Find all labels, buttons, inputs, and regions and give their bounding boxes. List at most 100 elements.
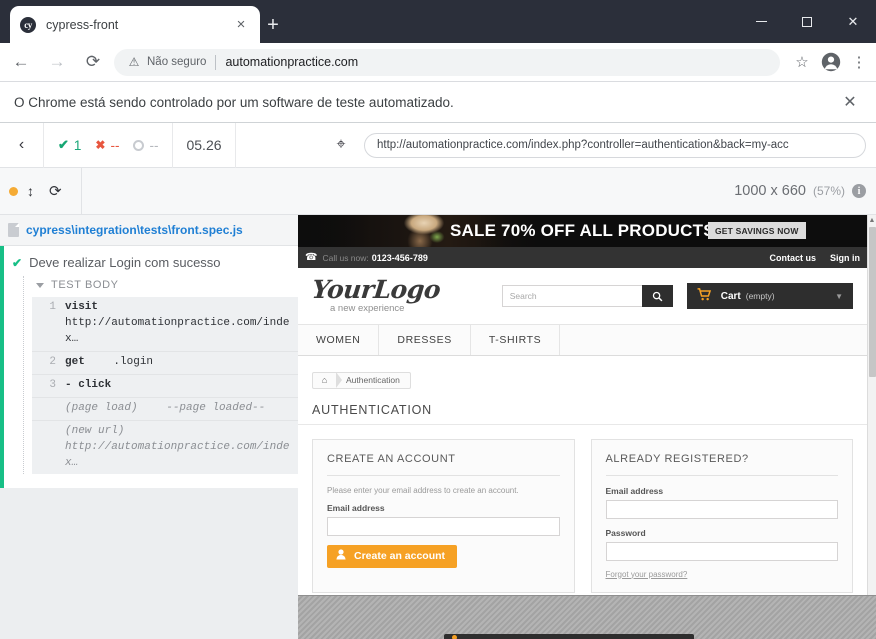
- spec-file-header[interactable]: cypress\integration\tests\front.spec.js: [0, 215, 298, 246]
- site-search: Search: [501, 285, 673, 307]
- scrollbar-thumb[interactable]: [869, 227, 876, 377]
- command-body: - click: [65, 378, 111, 394]
- test-timer: 05.26: [173, 122, 236, 168]
- spec-file-path: cypress\integration\tests\front.spec.js: [26, 223, 243, 237]
- menu-item-tshirts[interactable]: T-SHIRTS: [471, 325, 561, 355]
- login-password-input[interactable]: [605, 541, 838, 561]
- rerun-tests-icon[interactable]: ⟳: [49, 182, 62, 200]
- automation-infobar-message: O Chrome está sendo controlado por um so…: [14, 94, 454, 110]
- app-under-test: SALE 70% OFF ALL PRODUCTS GET SAVINGS NO…: [298, 215, 876, 595]
- menu-item-women[interactable]: WOMEN: [298, 325, 380, 355]
- bookmark-star-icon[interactable]: ☆: [788, 48, 816, 76]
- cart-button[interactable]: Cart (empty) ▼: [686, 283, 853, 309]
- browser-toolbar: ← → ⟳ ⚠ Não seguro automationpractice.co…: [0, 43, 876, 82]
- get-savings-now-button[interactable]: GET SAVINGS NOW: [708, 222, 806, 239]
- viewport-info: 1000 x 660 (57%) i: [82, 183, 876, 199]
- phone-icon: ☎: [305, 252, 318, 263]
- site-logo[interactable]: YourLogo a new experience: [311, 275, 447, 314]
- stat-failed: ✖ --: [95, 138, 119, 153]
- cross-icon: ✖: [95, 138, 106, 152]
- window-controls: ✕: [738, 0, 876, 43]
- chrome-menu-icon[interactable]: ⋮: [846, 48, 872, 76]
- runner-controls: ↕ ⟳: [0, 167, 82, 215]
- test-body-toggle[interactable]: TEST BODY: [32, 276, 298, 297]
- test-passed-check-icon: ✔: [12, 255, 23, 270]
- cypress-stats: ✔ 1 ✖ -- --: [44, 122, 174, 168]
- command-item[interactable]: 1 visit http://automationpractice.com/in…: [32, 297, 298, 352]
- login-panel: ALREADY REGISTERED? Email address Passwo…: [590, 438, 853, 593]
- close-tab-icon[interactable]: ×: [232, 16, 250, 34]
- omnibox[interactable]: ⚠ Não seguro automationpractice.com: [114, 48, 780, 76]
- back-icon[interactable]: ←: [6, 47, 36, 77]
- file-icon: [8, 223, 19, 237]
- browser-window: cy cypress-front × + ✕ ← → ⟳ ⚠ Não segur…: [0, 0, 876, 639]
- create-account-hint: Please enter your email address to creat…: [327, 485, 519, 495]
- tab-title: cypress-front: [46, 17, 119, 32]
- cypress-subheader: ↕ ⟳ 1000 x 660 (57%) i: [0, 167, 876, 215]
- maximize-icon: [802, 16, 812, 27]
- resize-viewport-icon[interactable]: ↕: [27, 183, 34, 199]
- new-tab-button[interactable]: +: [262, 14, 284, 36]
- chevron-down-icon: [36, 282, 44, 288]
- command-arg: .login: [113, 355, 154, 368]
- breadcrumb: ⌂ Authentication: [298, 356, 867, 389]
- login-heading: ALREADY REGISTERED?: [605, 453, 838, 476]
- viewport-size-label: 1000 x 660: [734, 183, 806, 199]
- panel-empty-space: [0, 490, 298, 639]
- login-email-input[interactable]: [605, 499, 838, 519]
- search-input[interactable]: Search: [501, 285, 642, 307]
- profile-avatar-icon[interactable]: [816, 47, 846, 77]
- search-icon[interactable]: [641, 285, 673, 307]
- site-topbar: ☎ Call us now: 0123-456-789 Contact us S…: [298, 247, 867, 268]
- back-to-tests-icon[interactable]: ‹: [0, 122, 44, 168]
- automation-infobar: O Chrome está sendo controlado por um so…: [0, 82, 876, 123]
- command-name: - click: [65, 378, 112, 391]
- create-account-heading: CREATE AN ACCOUNT: [327, 453, 560, 476]
- create-email-label: Email address: [327, 502, 385, 513]
- viewport-info-icon[interactable]: i: [852, 184, 866, 198]
- browser-tab[interactable]: cy cypress-front ×: [10, 6, 260, 43]
- create-account-panel: CREATE AN ACCOUNT Please enter your emai…: [312, 438, 575, 593]
- reload-icon[interactable]: ⟳: [78, 47, 108, 77]
- scroll-up-icon[interactable]: ▲: [868, 215, 876, 226]
- command-body: (new url) http://automationpractice.com/…: [65, 424, 292, 472]
- breadcrumb-current: Authentication: [346, 375, 400, 385]
- stat-passed-value: 1: [73, 137, 82, 153]
- forward-icon[interactable]: →: [42, 47, 72, 77]
- create-account-button[interactable]: Create an account: [327, 544, 458, 568]
- cart-status: (empty): [745, 291, 775, 301]
- test-title-row[interactable]: ✔ Deve realizar Login com sucesso: [4, 246, 298, 276]
- hidden-tooltip: [444, 634, 694, 639]
- aut-url-bar[interactable]: http://automationpractice.com/index.php?…: [364, 132, 866, 158]
- command-item-meta: (new url) http://automationpractice.com/…: [32, 420, 298, 475]
- banner-headline: SALE 70% OFF ALL PRODUCTS: [450, 221, 715, 240]
- minimize-button[interactable]: [738, 0, 784, 43]
- promo-banner: SALE 70% OFF ALL PRODUCTS GET SAVINGS NO…: [298, 215, 867, 247]
- not-secure-warning-icon: ⚠: [128, 55, 140, 69]
- contact-us-link[interactable]: Contact us: [769, 253, 816, 263]
- menu-item-dresses[interactable]: DRESSES: [379, 325, 471, 355]
- breadcrumb-box: ⌂ Authentication: [312, 371, 411, 389]
- maximize-button[interactable]: [784, 0, 830, 43]
- command-body: visit http://automationpractice.com/inde…: [65, 300, 292, 348]
- address-input[interactable]: automationpractice.com: [225, 55, 772, 69]
- command-number: 3: [49, 378, 56, 391]
- command-detail: http://automationpractice.com/index…: [65, 316, 290, 345]
- running-status-dot-icon: [9, 186, 18, 196]
- command-body: (page load) --page loaded--: [65, 401, 265, 417]
- test-body-section: TEST BODY 1 visit http://automationpract…: [23, 276, 298, 475]
- command-item[interactable]: 3 - click: [32, 375, 298, 398]
- aut-scrollbar[interactable]: ▲: [867, 215, 876, 595]
- selector-playground-icon[interactable]: ⌖: [324, 128, 358, 162]
- create-email-input[interactable]: [327, 516, 560, 536]
- viewport-zoom-label: (57%): [812, 184, 845, 198]
- close-window-button[interactable]: ✕: [830, 0, 876, 43]
- cart-label: Cart: [720, 290, 741, 302]
- close-infobar-icon[interactable]: ✕: [838, 90, 862, 114]
- forgot-password-link[interactable]: Forgot your password?: [606, 570, 839, 579]
- sign-in-link[interactable]: Sign in: [830, 253, 860, 263]
- pending-ring-icon: [133, 139, 145, 151]
- command-body: get .login: [65, 355, 153, 371]
- home-icon[interactable]: ⌂: [313, 375, 336, 385]
- command-item[interactable]: 2 get .login: [32, 352, 298, 375]
